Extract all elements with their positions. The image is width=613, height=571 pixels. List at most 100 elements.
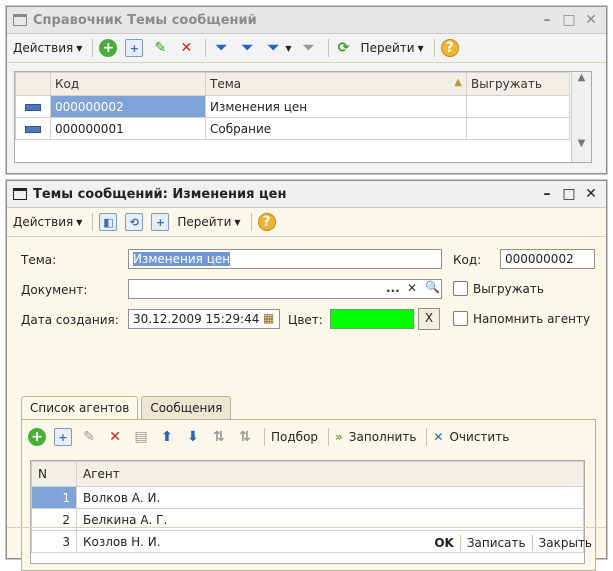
cell-agent[interactable]: Волков А. И. (76, 486, 584, 509)
filter-by-value-button[interactable]: ⏷ (210, 37, 232, 59)
clear-icon: ✕ (433, 430, 444, 444)
topic-form-window: Темы сообщений: Изменения цен – □ ✕ Дейс… (6, 180, 607, 571)
remind-agent-checkbox[interactable]: Напомнить агенту (453, 311, 590, 326)
form-title: Темы сообщений: Изменения цен (33, 186, 287, 202)
date-input[interactable]: 30.12.2009 15:29:44 (128, 309, 280, 329)
tab-messages[interactable]: Сообщения (141, 396, 232, 419)
table-header: N Агент (31, 461, 584, 487)
goto-menu[interactable]: Перейти ▼ (175, 211, 242, 233)
end-edit-button[interactable]: ▤ (130, 426, 152, 448)
edit-row-button[interactable]: ✎ (78, 426, 100, 448)
column-header-agent[interactable]: Агент (76, 461, 584, 487)
reread-button[interactable]: ⟲ (123, 211, 145, 233)
actions-menu[interactable]: Действия ▼ (11, 211, 84, 233)
goto-menu[interactable]: Перейти ▼ (359, 37, 426, 59)
tab-agents-list[interactable]: Список агентов (21, 396, 139, 420)
sort-asc-button[interactable]: ⇅ (208, 426, 230, 448)
column-header-code[interactable]: Код (50, 72, 206, 96)
save-close-icon: ◧ (99, 213, 118, 231)
scroll-up-icon[interactable]: ▲ (572, 72, 591, 92)
table-row[interactable]: 1 Волков А. И. (31, 486, 584, 509)
close-button[interactable]: Закрыть (533, 536, 598, 550)
maximize-icon[interactable]: □ (560, 186, 578, 202)
clear-button[interactable]: ✕ Очистить (431, 426, 511, 448)
add-button[interactable]: + (97, 37, 119, 59)
pencil-icon: ✎ (154, 40, 167, 56)
close-icon[interactable]: ✕ (582, 12, 600, 28)
cell-n[interactable]: 1 (31, 486, 77, 509)
table-row[interactable]: 000000002 Изменения цен (15, 95, 570, 118)
move-down-button[interactable]: ⬇ (182, 426, 204, 448)
cell-export[interactable] (466, 95, 570, 118)
goto-label: Перейти (177, 215, 232, 229)
filter-button[interactable]: ⏷ (236, 37, 258, 59)
select-button[interactable]: ... (386, 281, 400, 295)
clear-filter-button[interactable]: ⏷ (298, 37, 320, 59)
save-close-button[interactable]: ◧ (97, 211, 119, 233)
form-titlebar[interactable]: Темы сообщений: Изменения цен – □ ✕ (7, 181, 606, 208)
catalog-titlebar[interactable]: Справочник Темы сообщений – □ ✕ (7, 7, 606, 34)
color-clear-button[interactable]: X (418, 308, 440, 330)
close-icon[interactable]: ✕ (582, 186, 600, 202)
topic-input[interactable]: Изменения цен (128, 249, 442, 269)
agents-toolbar: + + ✎ ✕ ▤ ⬆ ⬇ ⇅ ⇅ Подбор » Заполнить ✕ Очи… (22, 420, 595, 454)
arrow-down-icon: ⬇ (187, 429, 199, 445)
calendar-icon[interactable]: ▦ (263, 311, 274, 325)
delete-button[interactable]: ✕ (175, 37, 197, 59)
help-button[interactable]: ? (256, 211, 278, 233)
minimize-icon[interactable]: – (538, 12, 556, 28)
toolbar-divider (433, 39, 435, 57)
help-button[interactable]: ? (439, 37, 461, 59)
fill-icon: » (335, 430, 343, 444)
cell-export[interactable] (466, 117, 570, 140)
move-up-button[interactable]: ⬆ (156, 426, 178, 448)
scroll-track[interactable] (572, 92, 591, 138)
sort-desc-icon: ⇅ (239, 429, 251, 445)
catalog-table[interactable]: Код Тема ▲ Выгружать 000000002 Изменения … (14, 71, 592, 163)
copy-icon: + (54, 428, 72, 446)
column-header-topic[interactable]: Тема ▲ (205, 72, 467, 96)
edit-button[interactable]: ✎ (149, 37, 171, 59)
fill-label: Заполнить (348, 430, 417, 444)
table-row[interactable]: 000000001 Собрание (15, 117, 570, 140)
scroll-down-icon[interactable]: ▼ (572, 138, 591, 158)
column-header-export[interactable]: Выгружать (466, 72, 570, 96)
open-document-icon[interactable]: 🔍 (425, 280, 440, 294)
export-checkbox[interactable]: Выгружать (453, 281, 544, 296)
color-swatch[interactable] (330, 309, 414, 329)
clear-document-icon[interactable]: ✕ (407, 281, 417, 295)
cell-topic[interactable]: Собрание (205, 117, 467, 140)
clear-label: Очистить (449, 430, 510, 444)
cell-topic[interactable]: Изменения цен (205, 95, 467, 118)
copy-button[interactable]: + (149, 211, 171, 233)
cell-code[interactable]: 000000001 (50, 117, 206, 140)
save-button[interactable]: Записать (461, 536, 532, 550)
filter-value-icon: ⏷ (215, 40, 227, 56)
pick-button[interactable]: Подбор (269, 426, 320, 448)
code-input[interactable]: 000000002 (500, 249, 595, 269)
actions-menu[interactable]: Действия ▼ (11, 37, 84, 59)
refresh-button[interactable]: ⟳ (333, 37, 355, 59)
form-toolbar: Действия ▼ ◧ ⟲ + Перейти ▼ ? (7, 208, 606, 237)
checkbox-box[interactable] (453, 281, 468, 296)
actions-label: Действия (13, 215, 74, 229)
minimize-icon[interactable]: – (538, 186, 556, 202)
maximize-icon[interactable]: □ (560, 12, 578, 28)
add-row-button[interactable]: + (26, 426, 48, 448)
dropdown-arrow-icon: ▼ (76, 43, 83, 53)
clear-filter-icon: ⏷ (302, 40, 315, 56)
checkbox-box[interactable] (453, 311, 468, 326)
export-checkbox-label: Выгружать (473, 281, 544, 296)
copy-row-button[interactable]: + (52, 426, 74, 448)
fill-button[interactable]: » Заполнить (333, 426, 418, 448)
delete-row-button[interactable]: ✕ (104, 426, 126, 448)
filter-history-button[interactable]: ⏷ ▼ (262, 37, 293, 59)
delete-icon: ✕ (109, 429, 121, 445)
vertical-scrollbar[interactable]: ▲ ▼ (571, 72, 591, 162)
sort-desc-button[interactable]: ⇅ (234, 426, 256, 448)
ok-button[interactable]: OK (428, 536, 460, 550)
column-header-n[interactable]: N (31, 461, 77, 487)
cell-code[interactable]: 000000002 (50, 95, 206, 118)
copy-button[interactable]: + (123, 37, 145, 59)
sort-asc-icon: ⇅ (213, 429, 225, 445)
